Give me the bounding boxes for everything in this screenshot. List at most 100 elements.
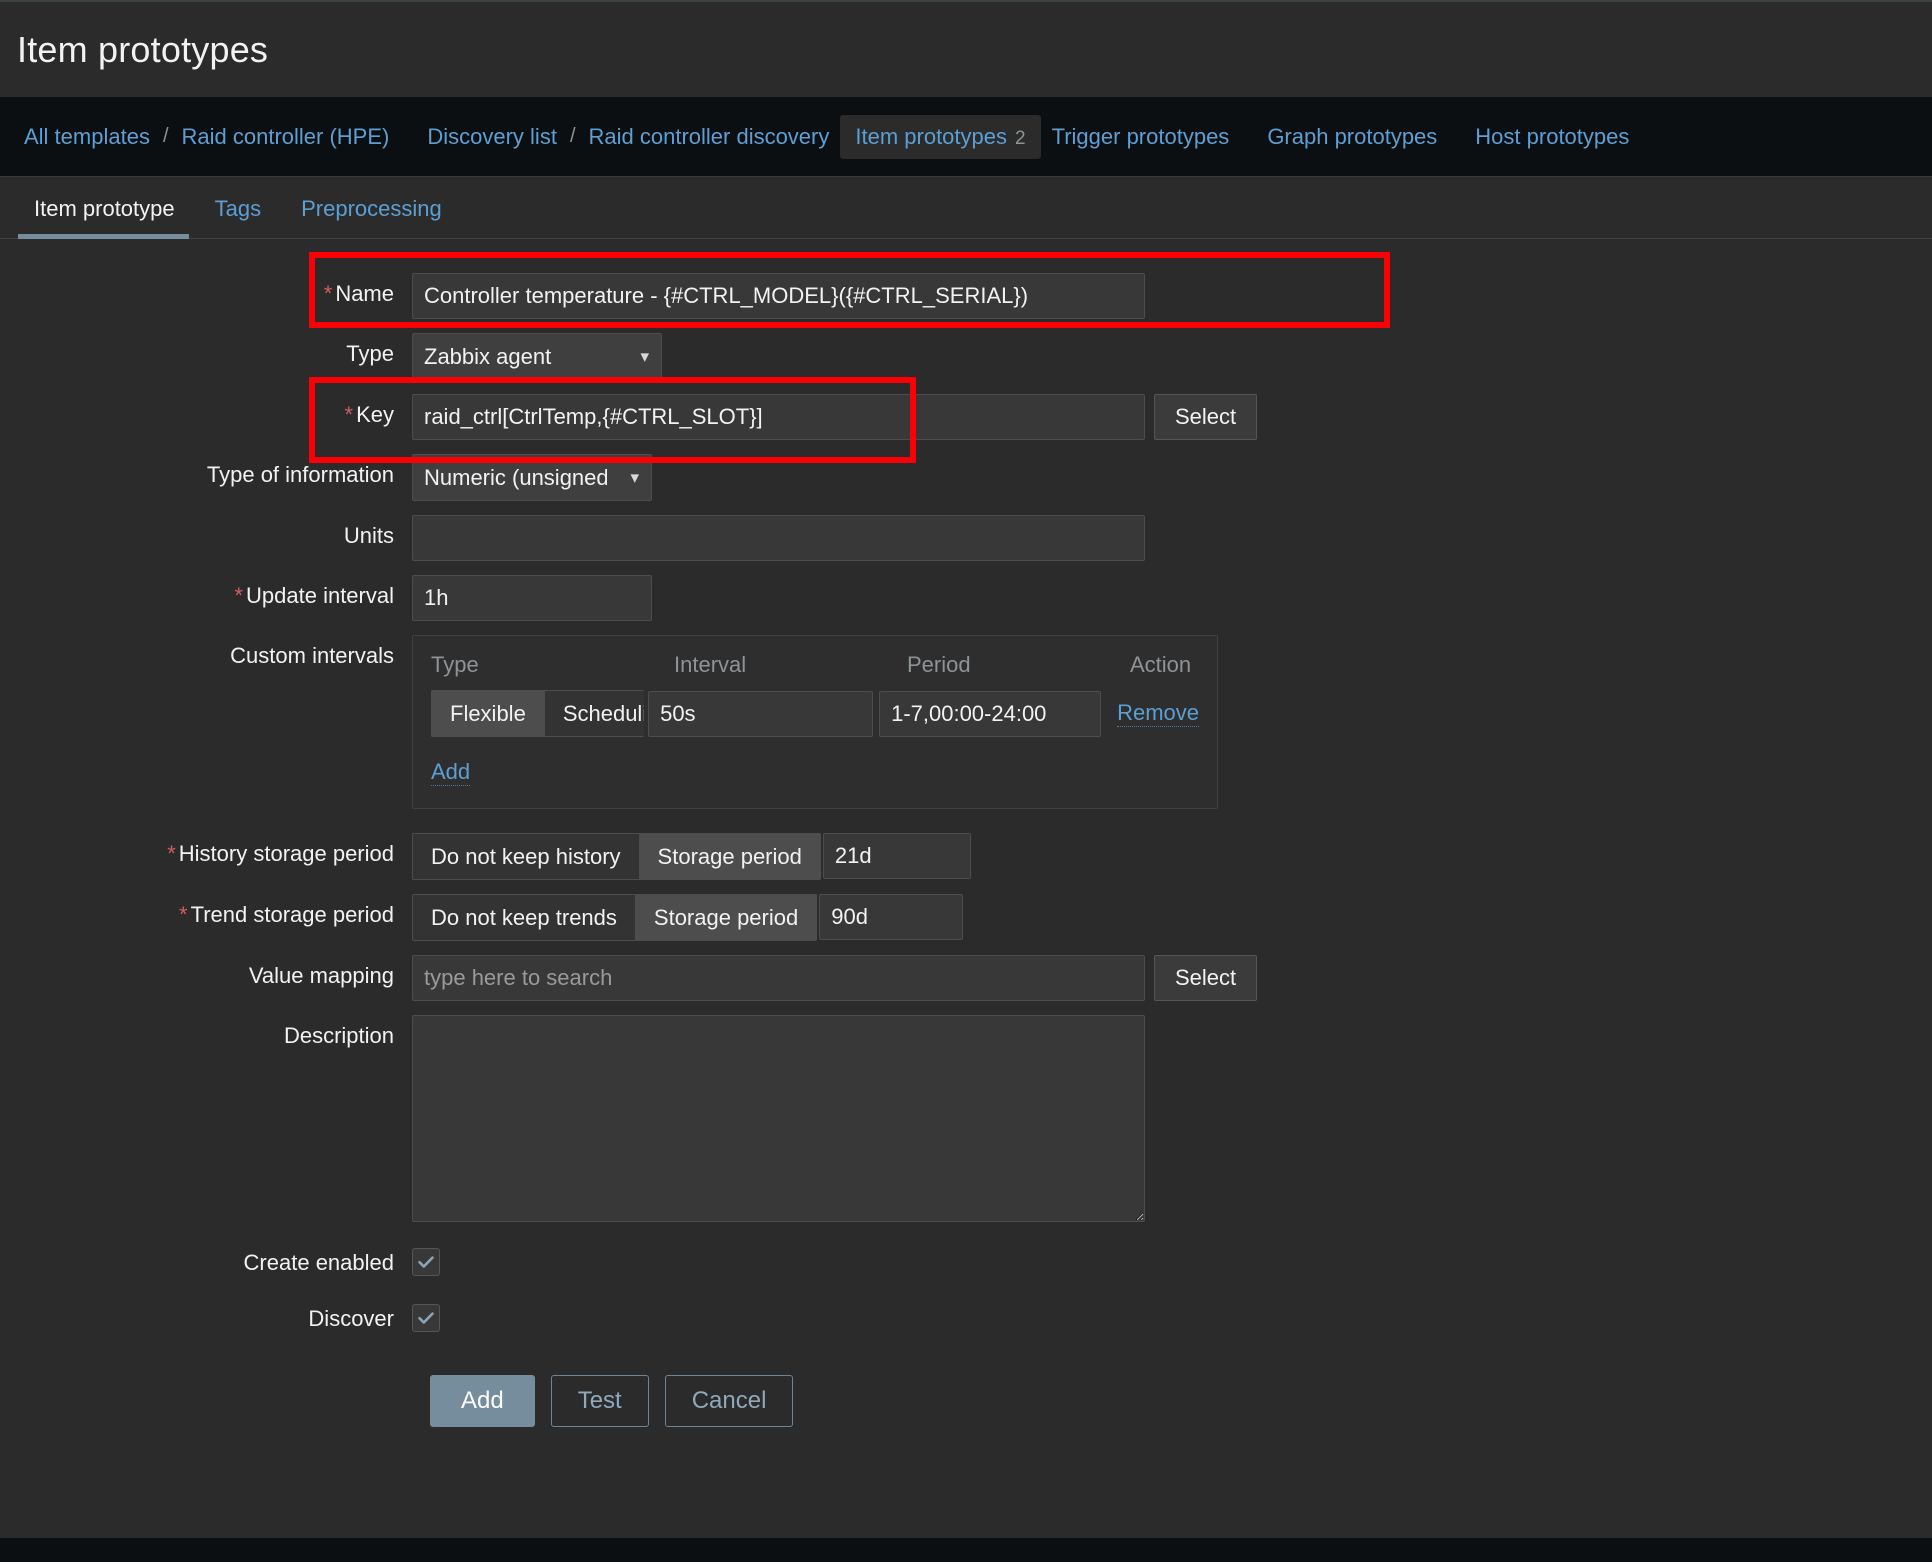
form-row-history-storage-period: * History storage period Do not keep hist… bbox=[0, 833, 1932, 880]
label-update-interval-text: Update interval bbox=[246, 583, 394, 608]
custom-intervals-table: Type Interval Period Action Flexible Sch… bbox=[412, 635, 1218, 809]
custom-interval-delay-input[interactable] bbox=[648, 690, 874, 737]
label-update-interval: * Update interval bbox=[0, 575, 412, 609]
key-select-button[interactable]: Select bbox=[1154, 394, 1258, 440]
units-input[interactable] bbox=[412, 515, 1145, 561]
cancel-button[interactable]: Cancel bbox=[664, 1374, 794, 1427]
custom-intervals-header-type: Type bbox=[431, 652, 479, 677]
content-panel: Item prototype Tags Preprocessing * Name … bbox=[0, 176, 1932, 1538]
nav-item-item-prototypes-count: 2 bbox=[1015, 127, 1026, 149]
label-custom-intervals: Custom intervals bbox=[230, 643, 394, 668]
item-prototype-form: *Name Type Zabbix agent ▾ bbox=[0, 239, 1932, 1427]
breadcrumb: All templates / Raid controller (HPE) Di… bbox=[0, 97, 1932, 176]
trend-storage-period-option[interactable]: Storage period bbox=[634, 894, 818, 941]
nav-item-item-prototypes-label: Item prototypes bbox=[855, 123, 1008, 149]
form-row-custom-intervals: Custom intervals Type Interval Period Ac… bbox=[0, 635, 1932, 809]
type-of-information-select-wrap: Numeric (unsigned) ▾ bbox=[412, 454, 652, 501]
label-value-mapping: Value mapping bbox=[248, 963, 394, 988]
form-row-discover: Discover bbox=[0, 1298, 1932, 1333]
form-row-units: Units bbox=[0, 515, 1932, 561]
field-description bbox=[412, 1015, 1145, 1222]
custom-intervals-row: Flexible Scheduling Remove bbox=[431, 690, 1199, 737]
required-marker-trend: * bbox=[179, 902, 188, 927]
history-storage-period-option[interactable]: Storage period bbox=[638, 833, 821, 880]
breadcrumb-link-discovery-list[interactable]: Discovery list bbox=[421, 124, 563, 150]
label-description: Description bbox=[283, 1023, 394, 1048]
custom-interval-type-scheduling[interactable]: Scheduling bbox=[543, 690, 645, 737]
label-units: Units bbox=[343, 523, 394, 548]
name-input[interactable] bbox=[412, 273, 1145, 319]
history-storage-period-input[interactable] bbox=[822, 833, 971, 879]
app-window: Item prototypes All templates / Raid con… bbox=[0, 0, 1932, 1562]
tab-item-prototype[interactable]: Item prototype bbox=[18, 196, 195, 239]
custom-intervals-header-period: Period bbox=[907, 652, 971, 677]
custom-intervals-header-interval: Interval bbox=[674, 652, 747, 677]
breadcrumb-link-raid-controller-hpe[interactable]: Raid controller (HPE) bbox=[176, 124, 396, 150]
form-row-trend-storage-period: * Trend storage period Do not keep trends… bbox=[0, 894, 1932, 941]
checkmark-icon-2 bbox=[418, 1312, 434, 1325]
nav-item-item-prototypes[interactable]: Item prototypes 2 bbox=[840, 114, 1041, 159]
field-key: Select bbox=[412, 394, 1258, 440]
label-name: * Name bbox=[0, 273, 412, 307]
required-marker-name: * bbox=[323, 281, 333, 306]
history-do-not-keep-option[interactable]: Do not keep history bbox=[412, 833, 639, 880]
tab-strip: Item prototype Tags Preprocessing bbox=[0, 177, 1932, 239]
discover-checkbox[interactable] bbox=[412, 1304, 440, 1333]
custom-interval-type-flexible[interactable]: Flexible bbox=[431, 690, 544, 737]
type-select[interactable]: Zabbix agent bbox=[412, 333, 662, 380]
form-row-create-enabled: Create enabled bbox=[0, 1242, 1932, 1276]
nav-item-graph-prototypes[interactable]: Graph prototypes bbox=[1261, 124, 1443, 150]
value-mapping-select-button[interactable]: Select bbox=[1154, 955, 1258, 1001]
checkmark-icon bbox=[418, 1256, 434, 1268]
breadcrumb-separator-2: / bbox=[569, 125, 576, 147]
form-row-key: *Key Select bbox=[0, 394, 1932, 440]
create-enabled-checkbox[interactable] bbox=[412, 1248, 440, 1276]
custom-interval-period-input[interactable] bbox=[879, 690, 1102, 737]
required-marker-key: * bbox=[344, 402, 354, 427]
breadcrumb-link-all-templates[interactable]: All templates bbox=[18, 124, 156, 150]
field-trend-storage-period: Do not keep trends Storage period bbox=[412, 894, 964, 941]
form-row-update-interval: * Update interval bbox=[0, 575, 1932, 621]
label-trend-storage-period: * Trend storage period bbox=[0, 894, 412, 928]
trend-storage-period-input[interactable] bbox=[819, 894, 964, 940]
trend-do-not-keep-option[interactable]: Do not keep trends bbox=[412, 894, 635, 941]
test-button[interactable]: Test bbox=[550, 1374, 649, 1427]
field-create-enabled bbox=[412, 1242, 440, 1276]
page-header: Item prototypes bbox=[0, 0, 1932, 97]
update-interval-input[interactable] bbox=[412, 575, 652, 621]
form-row-type-of-information: Type of information Numeric (unsigned) ▾ bbox=[0, 454, 1932, 501]
trend-storage-toggle: Do not keep trends Storage period bbox=[412, 894, 818, 941]
field-type-of-information: Numeric (unsigned) ▾ bbox=[412, 454, 652, 501]
label-discover: Discover bbox=[308, 1306, 394, 1332]
label-create-enabled: Create enabled bbox=[243, 1250, 394, 1275]
form-row-description: Description bbox=[0, 1015, 1932, 1222]
tab-preprocessing[interactable]: Preprocessing bbox=[281, 196, 462, 238]
breadcrumb-link-raid-controller-discovery[interactable]: Raid controller discovery bbox=[583, 124, 836, 150]
history-storage-toggle: Do not keep history Storage period bbox=[412, 833, 821, 880]
nav-item-trigger-prototypes[interactable]: Trigger prototypes bbox=[1046, 124, 1236, 150]
add-button[interactable]: Add bbox=[430, 1374, 535, 1427]
key-input[interactable] bbox=[412, 394, 1145, 440]
form-row-value-mapping: Value mapping Select bbox=[0, 955, 1932, 1001]
field-update-interval bbox=[412, 575, 652, 621]
custom-interval-type-toggle: Flexible Scheduling bbox=[431, 690, 645, 737]
custom-interval-remove-link[interactable]: Remove bbox=[1117, 700, 1199, 727]
form-actions: Add Test Cancel bbox=[412, 1374, 1932, 1427]
field-type: Zabbix agent ▾ bbox=[412, 333, 662, 380]
field-units bbox=[412, 515, 1145, 561]
description-textarea[interactable] bbox=[412, 1015, 1145, 1222]
custom-interval-add-link[interactable]: Add bbox=[431, 759, 471, 786]
value-mapping-input[interactable] bbox=[412, 955, 1145, 1001]
required-marker-update-interval: * bbox=[234, 583, 244, 608]
field-discover bbox=[412, 1298, 440, 1333]
custom-intervals-header-row: Type Interval Period Action bbox=[431, 652, 1199, 678]
label-history-storage-period-text: History storage period bbox=[178, 841, 394, 866]
tab-tags[interactable]: Tags bbox=[195, 196, 281, 238]
form-row-type: Type Zabbix agent ▾ bbox=[0, 333, 1932, 380]
type-of-information-select[interactable]: Numeric (unsigned) bbox=[412, 454, 652, 501]
field-history-storage-period: Do not keep history Storage period bbox=[412, 833, 971, 880]
form-row-name: * Name bbox=[0, 273, 1932, 319]
field-name bbox=[412, 273, 1145, 319]
label-type-of-information: Type of information bbox=[206, 462, 394, 487]
nav-item-host-prototypes[interactable]: Host prototypes bbox=[1469, 124, 1635, 150]
